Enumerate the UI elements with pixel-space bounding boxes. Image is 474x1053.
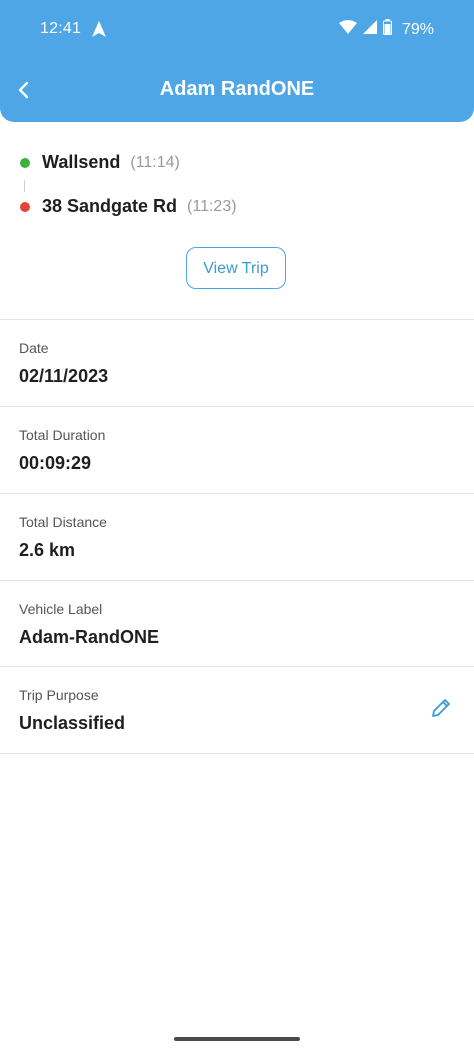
view-trip-button[interactable]: View Trip xyxy=(186,247,286,289)
start-location: Wallsend xyxy=(42,152,121,172)
cell-signal-icon xyxy=(362,20,377,39)
purpose-label: Trip Purpose xyxy=(19,687,99,703)
system-icons: 79% xyxy=(338,19,434,40)
detail-row-date: Date 02/11/2023 xyxy=(0,320,474,406)
detail-row-duration: Total Duration 00:09:29 xyxy=(0,407,474,493)
battery-percentage: 79% xyxy=(401,20,434,38)
vehicle-label: Vehicle Label xyxy=(19,601,103,617)
edit-purpose-button[interactable] xyxy=(430,697,452,719)
battery-icon xyxy=(382,19,392,40)
end-dot-icon xyxy=(20,201,30,212)
purpose-value: Unclassified xyxy=(19,713,126,733)
page-title: Adam RandONE xyxy=(159,78,315,100)
route-connector xyxy=(24,180,25,192)
wifi-icon xyxy=(338,20,357,39)
vehicle-value: Adam-RandONE xyxy=(19,627,160,647)
date-value: 02/11/2023 xyxy=(19,366,109,386)
duration-value: 00:09:29 xyxy=(19,453,92,473)
start-stop: Wallsend (11:14) xyxy=(20,152,180,173)
navigation-arrow-icon xyxy=(92,21,106,42)
distance-label: Total Distance xyxy=(19,514,107,530)
duration-label: Total Duration xyxy=(19,427,106,443)
status-time: 12:41 xyxy=(40,20,82,37)
end-location: 38 Sandgate Rd xyxy=(42,196,178,216)
date-label: Date xyxy=(19,340,49,356)
end-stop: 38 Sandgate Rd (11:23) xyxy=(20,196,237,217)
app-bar: 12:41 79% Adam RandONE xyxy=(0,0,474,122)
pencil-icon xyxy=(432,699,450,717)
end-time: (11:23) xyxy=(187,197,237,215)
detail-row-distance: Total Distance 2.6 km xyxy=(0,494,474,580)
status-bar: 12:41 79% xyxy=(0,0,474,60)
distance-value: 2.6 km xyxy=(19,540,76,560)
detail-row-vehicle: Vehicle Label Adam-RandONE xyxy=(0,581,474,667)
start-time: (11:14) xyxy=(130,153,180,171)
divider xyxy=(0,753,474,754)
home-indicator[interactable] xyxy=(174,1037,300,1041)
detail-row-purpose: Trip Purpose Unclassified xyxy=(0,667,474,753)
start-dot-icon xyxy=(20,157,30,168)
